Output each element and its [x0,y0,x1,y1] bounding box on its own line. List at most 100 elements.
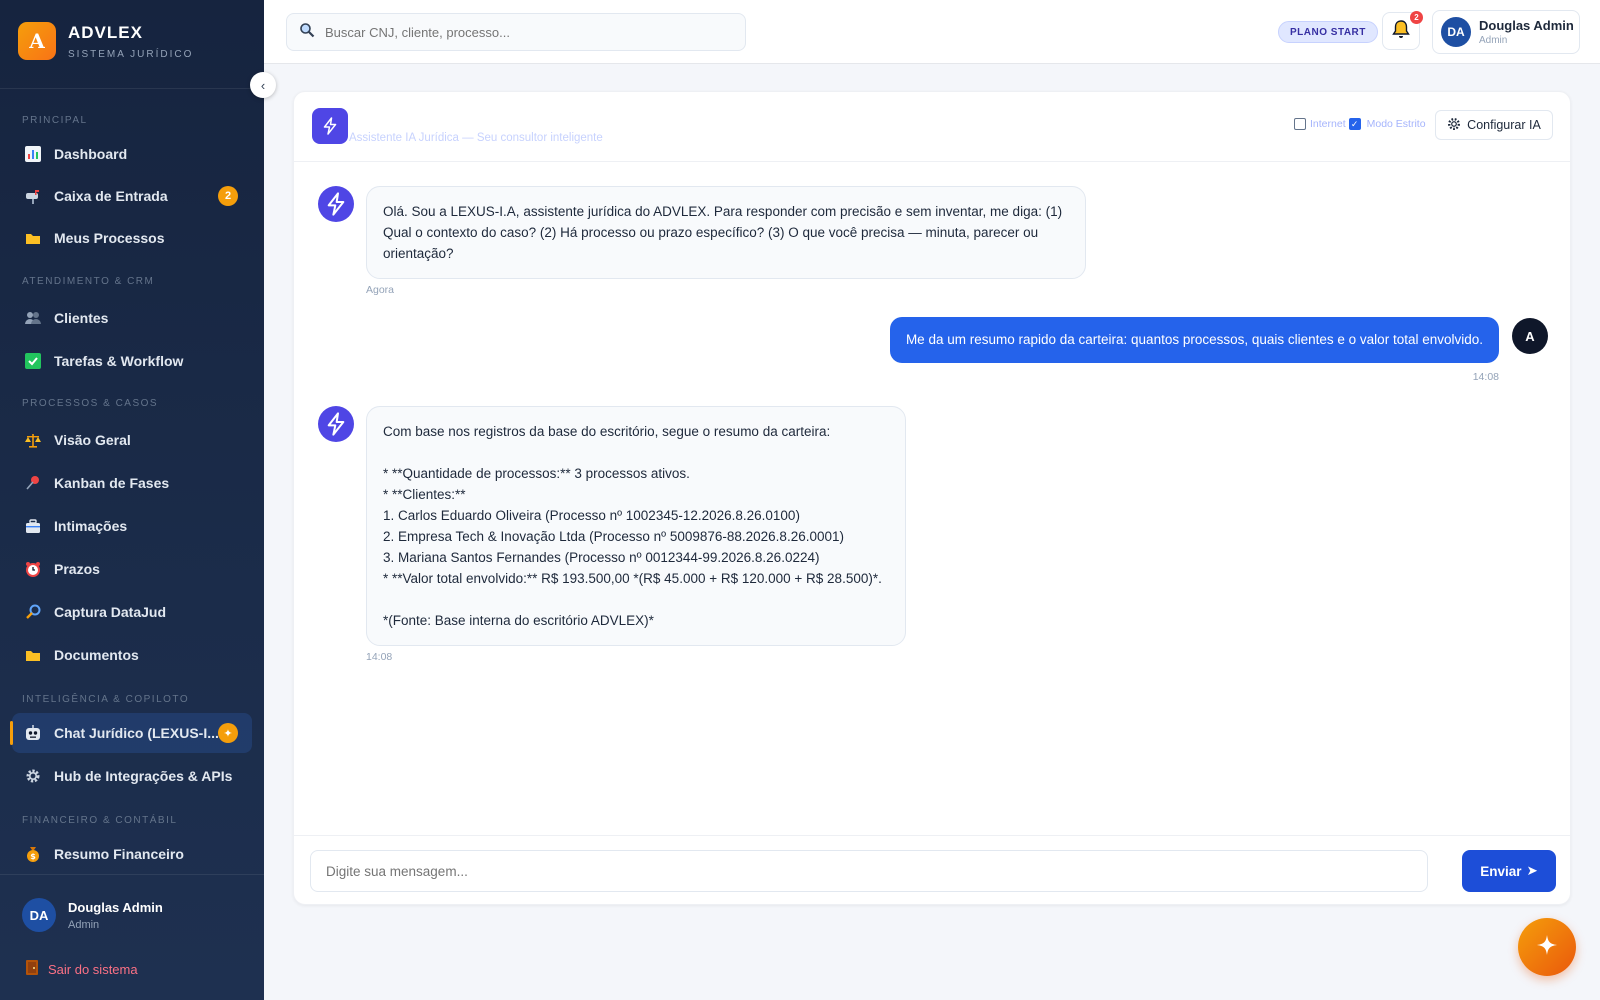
count-badge: 2 [218,186,238,206]
sidebar-item-label: Visão Geral [54,432,131,448]
chat-toggles: Internet ✓ Modo Estrito [1294,118,1426,130]
sparkle-badge: ✦ [218,723,238,743]
sidebar-item-resumo-financeiro[interactable]: $ Resumo Financeiro [12,834,252,874]
sidebar-user-card[interactable]: DA Douglas Admin Admin [22,898,163,932]
magnifier-icon [24,603,42,621]
strict-mode-toggle[interactable]: ✓ Modo Estrito [1348,118,1426,130]
search-box[interactable] [286,13,746,51]
section-label-inteligencia: INTELIGÊNCIA & COPILOTO [22,694,190,705]
message-time: 14:08 [366,651,393,663]
sidebar-item-label: Meus Processos [54,230,165,246]
robot-icon [24,724,42,742]
door-icon [26,960,38,978]
chat-header: Assistente IA Jurídica — Seu consultor i… [294,92,1570,162]
brand-name: ADVLEX [68,22,143,42]
briefcase-icon [24,517,42,535]
alarm-clock-icon [24,560,42,578]
strict-mode-checkbox[interactable]: ✓ [1348,118,1361,130]
sidebar-item-captura-datajud[interactable]: Captura DataJud [12,592,252,632]
user-role: Admin [68,918,100,931]
internet-checkbox[interactable] [1294,118,1306,130]
lightning-icon [327,412,345,436]
sidebar-item-kanban[interactable]: Kanban de Fases [12,463,252,503]
sidebar-item-dashboard[interactable]: Dashboard [12,134,252,174]
lightning-icon [327,192,345,216]
configure-ai-label: Configurar IA [1467,118,1541,132]
mailbox-icon [24,187,42,205]
chat-panel: Assistente IA Jurídica — Seu consultor i… [293,91,1571,905]
plan-badge[interactable]: PLANO START [1278,21,1378,43]
sidebar-item-label: Resumo Financeiro [54,846,184,862]
sidebar-item-label: Kanban de Fases [54,475,170,491]
sidebar-item-clientes[interactable]: Clientes [12,298,252,338]
internet-label: Internet [1310,118,1346,130]
pushpin-icon [24,474,42,492]
sidebar-item-meus-processos[interactable]: Meus Processos [12,218,252,258]
send-arrow-icon: ➤ [1526,863,1538,878]
topbar: PLANO START 2 DA Douglas Admin Admin [264,0,1600,64]
divider [0,88,264,89]
sidebar-item-label: Hub de Integrações & APIs [54,768,233,784]
sidebar-footer [0,874,264,875]
collapse-sidebar-button[interactable]: ‹ [250,72,276,98]
assistant-message: Olá. Sou a LEXUS-I.A, assistente jurídic… [366,186,1086,279]
message-input[interactable] [326,863,1406,879]
logout-label: Sair do sistema [48,961,138,977]
sidebar-item-label: Caixa de Entrada [54,188,168,204]
ai-assistant-fab[interactable] [1518,918,1576,976]
brand-subtitle: SISTEMA JURÍDICO [68,48,194,60]
notification-count: 2 [1410,11,1423,24]
brand[interactable]: A ADVLEX SISTEMA JURÍDICO [18,22,193,60]
checkbox-icon [24,352,42,370]
message-input-box[interactable] [310,850,1428,892]
search-icon [299,22,315,43]
strict-mode-label: Modo Estrito [1366,118,1426,130]
sidebar-item-label: Dashboard [54,146,128,162]
scales-icon [24,431,42,449]
message-time: Agora [366,284,395,296]
folder-icon [24,229,42,247]
avatar: DA [1441,17,1471,47]
sidebar-item-hub-integracoes[interactable]: Hub de Integrações & APIs [12,756,252,796]
message-time: 14:08 [1472,371,1499,383]
gear-icon [24,767,42,785]
avatar: DA [22,898,56,932]
sidebar-item-caixa-de-entrada[interactable]: Caixa de Entrada 2 [12,176,252,216]
message-composer: Enviar ➤ [294,835,1570,906]
sidebar-item-label: Clientes [54,310,109,326]
logout-button[interactable]: Sair do sistema [26,960,138,978]
send-label: Enviar [1480,863,1522,879]
section-label-atendimento: ATENDIMENTO & CRM [22,276,155,287]
bar-chart-icon [24,145,42,163]
assistant-avatar [318,406,354,442]
bell-icon [1392,19,1410,44]
folder-icon [24,646,42,664]
sidebar-item-label: Tarefas & Workflow [54,353,184,369]
sidebar-item-intimacoes[interactable]: Intimações [12,506,252,546]
sidebar-item-prazos[interactable]: Prazos [12,549,252,589]
sidebar-item-documentos[interactable]: Documentos [12,635,252,675]
configure-ai-button[interactable]: Configurar IA [1435,110,1553,140]
send-button[interactable]: Enviar ➤ [1462,850,1556,892]
lightning-icon [312,108,348,144]
sidebar-item-label: Chat Jurídico (LEXUS-I... [54,725,219,741]
sidebar-item-visao-geral[interactable]: Visão Geral [12,420,252,460]
user-menu[interactable]: DA Douglas Admin Admin [1432,10,1580,54]
money-bag-icon: $ [24,845,42,863]
users-icon [24,309,42,327]
sidebar-item-label: Intimações [54,518,128,534]
user-message: Me da um resumo rapido da carteira: quan… [889,317,1499,363]
gear-icon [1447,117,1461,134]
user-avatar: A [1512,318,1548,354]
chat-subtitle: Assistente IA Jurídica — Seu consultor i… [349,132,603,144]
section-label-processos: PROCESSOS & CASOS [22,398,159,409]
user-role: Admin [1479,35,1508,46]
internet-toggle[interactable]: Internet [1294,118,1346,130]
search-input[interactable] [325,24,725,40]
sidebar-item-label: Captura DataJud [54,604,167,620]
svg-text:$: $ [30,852,36,861]
brand-logo: A [18,22,56,60]
user-name: Douglas Admin [1479,18,1574,33]
sidebar-item-tarefas[interactable]: Tarefas & Workflow [12,341,252,381]
sidebar-item-chat-juridico[interactable]: Chat Jurídico (LEXUS-I... ✦ [10,713,252,753]
